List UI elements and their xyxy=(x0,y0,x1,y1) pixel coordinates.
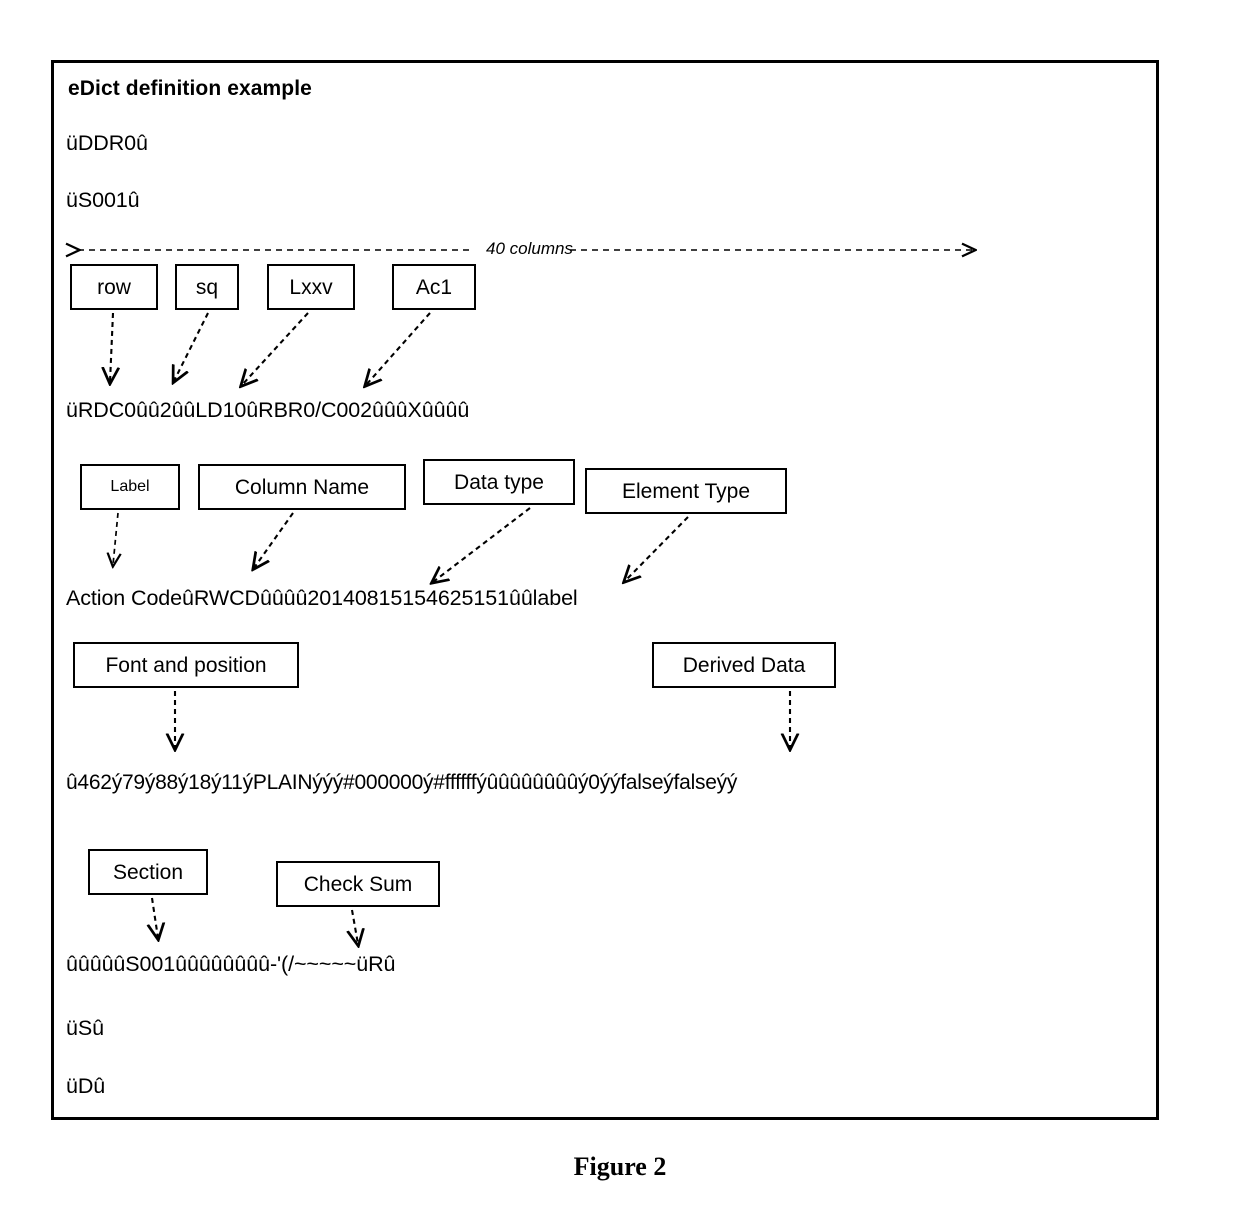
callout-section: Section xyxy=(88,849,208,895)
callout-element-type: Element Type xyxy=(585,468,787,514)
callout-check-sum-label: Check Sum xyxy=(303,872,413,896)
callout-section-label: Section xyxy=(112,860,184,884)
page-title: eDict definition example xyxy=(68,77,312,100)
callout-element-type-label: Element Type xyxy=(621,479,751,503)
line-header-section: üS001û xyxy=(66,188,140,212)
callout-lxxv: Lxxv xyxy=(267,264,355,310)
line-font-position: û462ý79ý88ý18ý11ýPLAINýýý#000000ý#ffffff… xyxy=(66,771,738,794)
line-section: ûûûûûS001ûûûûûûûû-'(/~~~~~üRû xyxy=(66,952,396,976)
callout-font-and-position-label: Font and position xyxy=(105,653,267,677)
callout-derived-data: Derived Data xyxy=(652,642,836,688)
callout-sq: sq xyxy=(175,264,239,310)
figure-caption: Figure 2 xyxy=(573,1152,667,1181)
callout-label: Label xyxy=(80,464,180,510)
callout-lxxv-label: Lxxv xyxy=(289,275,333,299)
callout-ac1-label: Ac1 xyxy=(415,275,453,299)
callout-row: row xyxy=(70,264,158,310)
line-action-code: Action CodeûRWCDûûûû20140815154625151ûûl… xyxy=(66,586,578,610)
callout-check-sum: Check Sum xyxy=(276,861,440,907)
callout-font-and-position: Font and position xyxy=(73,642,299,688)
line-record: üRDC0ûû2ûûLD10ûRBR0/C002ûûûXûûûû xyxy=(66,398,470,422)
callout-label-label: Label xyxy=(110,478,150,495)
callout-data-type: Data type xyxy=(423,459,575,505)
callout-column-name: Column Name xyxy=(198,464,406,510)
callout-derived-data-label: Derived Data xyxy=(682,653,806,677)
line-footer-ddr-end: üDû xyxy=(66,1074,106,1098)
callout-data-type-label: Data type xyxy=(454,470,544,494)
line-header-ddr: üDDR0û xyxy=(66,131,148,155)
line-footer-section-end: üSû xyxy=(66,1016,104,1040)
callout-sq-label: sq xyxy=(195,275,219,299)
column-span-label: 40 columns xyxy=(480,240,579,257)
callout-column-name-label: Column Name xyxy=(234,475,370,499)
callout-row-label: row xyxy=(97,275,131,299)
callout-ac1: Ac1 xyxy=(392,264,476,310)
